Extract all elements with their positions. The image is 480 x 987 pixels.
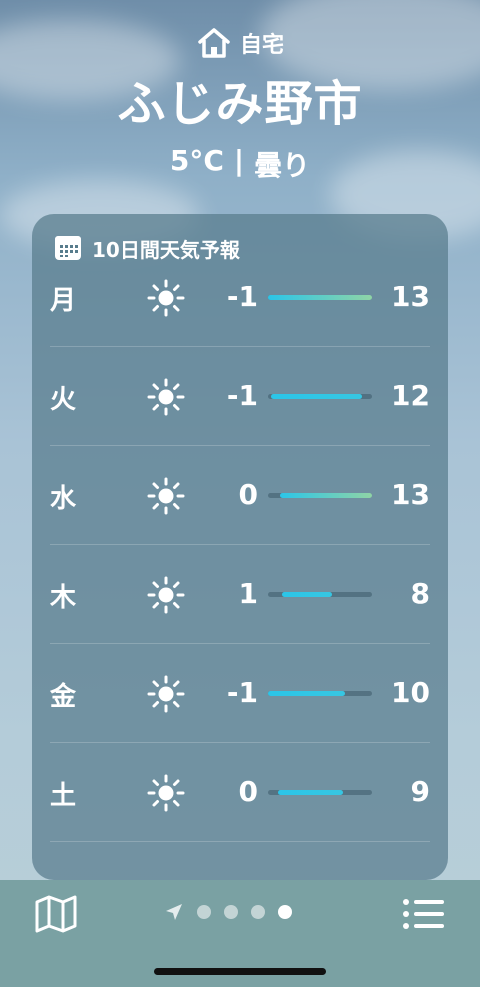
high-temp: 13 [391,280,430,313]
day-label: 水 [50,484,77,514]
day-label: 月 [50,286,77,316]
location-label: 自宅 [239,33,284,58]
low-temp: 0 [238,775,258,808]
page-dot[interactable] [224,905,238,919]
location-arrow-icon [166,904,182,920]
temperature-range-fill [268,295,372,300]
row-divider [50,346,430,347]
sun-icon [147,477,185,515]
page-dot-active[interactable] [278,905,292,919]
page-dot[interactable] [251,905,265,919]
temperature-range-fill [271,394,362,399]
row-divider [50,445,430,446]
low-temp: -1 [226,379,258,412]
page-indicator[interactable] [164,902,292,922]
temperature-range-bar [268,394,372,399]
high-temp: 9 [410,775,430,808]
current-temperature: 5°C [169,144,224,177]
row-divider [50,742,430,743]
temperature-range-bar [268,790,372,795]
city-name: ふじみ野市 [117,76,363,132]
high-temp: 13 [391,478,430,511]
calendar-icon [55,236,81,260]
forecast-row: 土 0 9 [32,774,448,880]
list-icon[interactable] [402,896,444,932]
day-label: 木 [50,583,77,613]
forecast-card[interactable]: 10日間天気予報 月 -1 13 火 -1 12 水 0 13 木 1 8 金 -1 10 土 0 9 [32,214,448,880]
day-label: 土 [50,781,77,811]
row-divider [50,643,430,644]
row-divider [50,544,430,545]
location-row: 自宅 [0,22,480,64]
temperature-range-bar [268,592,372,597]
location-header: 自宅 ふじみ野市 5°C | 曇り [0,22,480,184]
sun-icon [147,378,185,416]
low-temp: 1 [238,577,258,610]
sun-icon [147,675,185,713]
high-temp: 10 [391,676,430,709]
low-temp: -1 [226,280,258,313]
sun-icon [147,279,185,317]
high-temp: 8 [410,577,430,610]
temperature-range-fill [268,691,345,696]
home-indicator [154,968,326,975]
temperature-range-bar [268,691,372,696]
temperature-range-bar [268,493,372,498]
forecast-header: 10日間天気予報 [32,214,448,264]
forecast-title: 10日間天気予報 [92,237,240,262]
sun-icon [147,576,185,614]
current-conditions: 5°C | 曇り [0,144,480,184]
row-divider [50,841,430,842]
house-icon [198,28,230,58]
current-condition: 曇り [254,149,311,182]
conditions-separator: | [233,144,245,177]
temperature-range-bar [268,295,372,300]
low-temp: 0 [238,478,258,511]
low-temp: -1 [226,676,258,709]
sun-icon [147,774,185,812]
bottom-toolbar [0,880,480,987]
temperature-range-fill [278,790,343,795]
map-icon[interactable] [34,894,78,934]
temperature-range-fill [281,592,333,597]
day-label: 金 [50,682,77,712]
high-temp: 12 [391,379,430,412]
page-dot[interactable] [197,905,211,919]
day-label: 火 [50,385,77,415]
temperature-range-fill [280,493,372,498]
